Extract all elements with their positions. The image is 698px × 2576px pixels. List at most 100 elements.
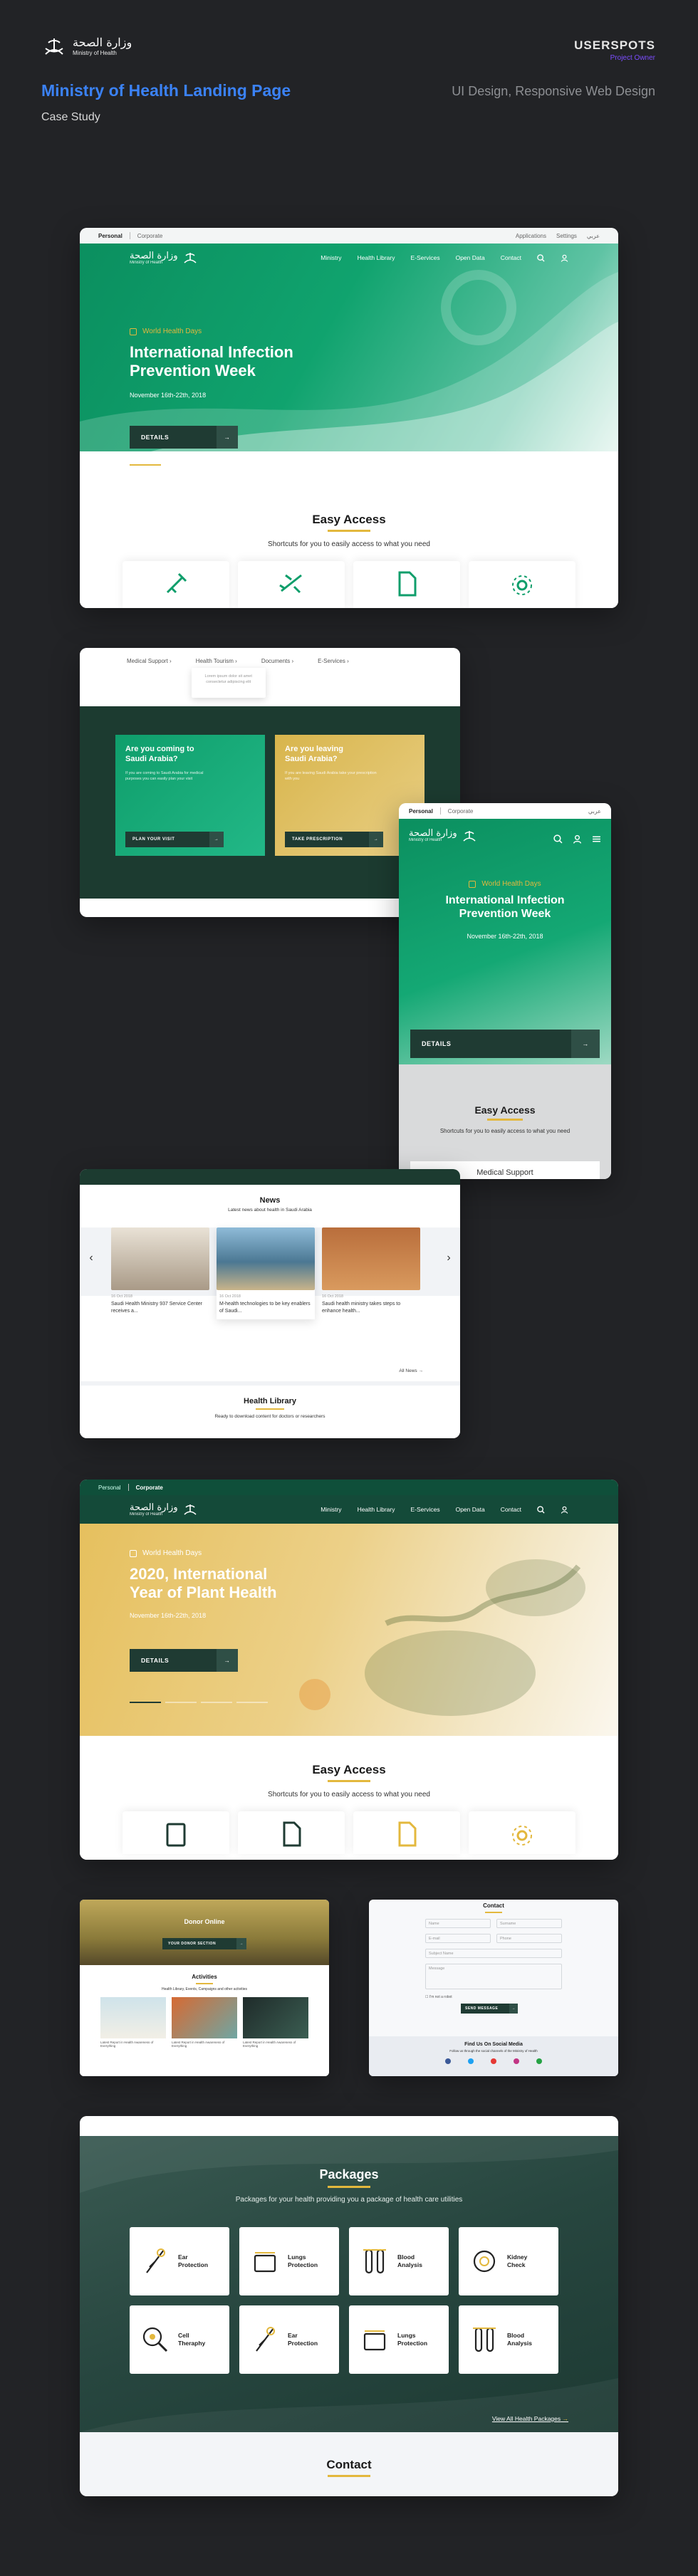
dropdown-line1: Lorem ipsum dolor sit amet <box>204 674 252 679</box>
slider-indicators[interactable] <box>130 1702 268 1703</box>
access-tile-health-tourism[interactable] <box>238 561 345 608</box>
nav-e-services[interactable]: E-Services <box>410 1506 439 1513</box>
hero-tag-text: World Health Days <box>142 328 202 335</box>
package-ear-protection[interactable]: Ear Protection <box>130 2227 229 2295</box>
facebook-icon[interactable] <box>445 2058 451 2064</box>
access-tile[interactable] <box>353 1811 460 1854</box>
take-prescription-button[interactable]: TAKE PRESCRIPTION → <box>285 832 383 847</box>
scroll-icon <box>166 1823 186 1847</box>
carousel-prev-icon[interactable]: ‹ <box>83 1247 100 1269</box>
twitter-icon[interactable] <box>468 2058 474 2064</box>
mobile-language[interactable]: عربي <box>588 808 601 815</box>
surname-field[interactable]: Surname <box>496 1919 562 1928</box>
lungs-icon <box>254 2252 276 2273</box>
package-blood-analysis[interactable]: Blood Analysis <box>459 2305 558 2374</box>
promo1-body: If you are coming to Saudi Arabia for me… <box>125 770 204 781</box>
activity-card[interactable]: Latest Report in Health Awareness of Eve… <box>172 1997 237 2048</box>
plan-visit-button[interactable]: PLAN YOUR VISIT → <box>125 832 224 847</box>
details-button[interactable]: DETAILS → <box>130 426 238 449</box>
promo-card-coming[interactable]: Are you coming to Saudi Arabia? If you ar… <box>115 735 265 856</box>
emblem-icon <box>463 830 476 842</box>
tab-corporate[interactable]: Corporate <box>136 1485 163 1491</box>
package-lungs-protection[interactable]: Lungs Protection <box>349 2305 449 2374</box>
tab-e-services[interactable]: E-Services › <box>318 658 349 706</box>
mobile-tab-personal[interactable]: Personal <box>409 808 433 815</box>
search-icon[interactable] <box>537 253 545 262</box>
settings-link[interactable]: Settings <box>556 233 577 239</box>
access-tile-documents[interactable] <box>353 561 460 608</box>
all-news-link[interactable]: All News → <box>399 1368 423 1373</box>
message-textarea[interactable]: Message <box>425 1964 562 1989</box>
desktop-green-mockup: Personal Corporate Applications Settings… <box>80 228 618 608</box>
access-tile[interactable] <box>123 1811 229 1854</box>
user-icon[interactable] <box>573 834 582 844</box>
access-tile[interactable] <box>469 1811 575 1854</box>
hero-banner-plant: World Health Days 2020, International Yea… <box>80 1524 618 1736</box>
access-tile-e-services[interactable] <box>469 561 575 608</box>
subject-select[interactable]: Subject Name <box>425 1949 562 1958</box>
phone-field[interactable]: Phone <box>496 1934 562 1943</box>
view-all-packages-link[interactable]: View All Health Packages → <box>492 2415 568 2422</box>
nav-e-services[interactable]: E-Services <box>410 254 439 261</box>
applications-link[interactable]: Applications <box>516 233 546 239</box>
access-tile[interactable] <box>238 1811 345 1854</box>
nav-ministry[interactable]: Ministry <box>321 254 341 261</box>
email-field[interactable]: E-mail <box>425 1934 491 1943</box>
tab-personal[interactable]: Personal <box>98 233 123 239</box>
document-icon <box>283 1821 301 1847</box>
captcha-checkbox[interactable]: ☐ I'm not a robot <box>425 1995 562 1999</box>
nav-contact[interactable]: Contact <box>501 254 521 261</box>
user-icon[interactable] <box>561 254 568 262</box>
activity-card[interactable]: Latest Report in Health Awareness of Eve… <box>243 1997 308 2048</box>
nav-contact[interactable]: Contact <box>501 1506 521 1513</box>
access-tile-medical-support[interactable] <box>123 561 229 608</box>
packages-grid: Ear Protection Lungs Protection Blood Analy… <box>130 2227 558 2374</box>
carousel-next-icon[interactable]: › <box>440 1247 457 1269</box>
tab-personal[interactable]: Personal <box>98 1485 121 1491</box>
youtube-icon[interactable] <box>491 2058 496 2064</box>
promo2-body: If you are leaving Saudi Arabia take you… <box>285 770 377 781</box>
mobile-logo[interactable]: وزارة الصحة Ministry of Health <box>409 829 477 842</box>
at-sign-icon <box>512 575 532 595</box>
news-card[interactable]: 16 Oct 2018 Saudi health ministry takes … <box>322 1227 420 1319</box>
desktop-yellow-mockup: Personal Corporate وزارة الصحة Ministry o… <box>80 1480 618 1860</box>
package-lungs-protection[interactable]: Lungs Protection <box>239 2227 339 2295</box>
news-card-highlighted[interactable]: 16 Oct 2018 M-health technologies to be … <box>217 1227 315 1319</box>
donor-button[interactable]: YOUR DONOR SECTION → <box>162 1938 246 1949</box>
news-image <box>111 1227 209 1290</box>
donor-title: Donor Online <box>184 1918 225 1925</box>
tourism-dropdown[interactable]: Lorem ipsum dolor sit amet consectetur a… <box>191 668 266 698</box>
user-icon[interactable] <box>561 1506 568 1514</box>
search-icon[interactable] <box>537 1505 545 1514</box>
tab-corporate[interactable]: Corporate <box>137 233 163 239</box>
tab-documents[interactable]: Documents › <box>261 658 293 706</box>
name-field[interactable]: Name <box>425 1919 491 1928</box>
package-cell-theraphy[interactable]: Cell Theraphy <box>130 2305 229 2374</box>
search-icon[interactable] <box>553 834 563 844</box>
tab-health-tourism[interactable]: Health Tourism › Lorem ipsum dolor sit a… <box>191 658 266 706</box>
package-kidney-check[interactable]: Kidney Check <box>459 2227 558 2295</box>
mobile-easy-access-title: Easy Access <box>474 1104 536 1116</box>
send-message-button[interactable]: SEND MESSAGE → <box>461 2004 518 2014</box>
nav-ministry[interactable]: Ministry <box>321 1506 341 1513</box>
details-button[interactable]: DETAILS → <box>130 1649 238 1672</box>
nav-logo[interactable]: وزارة الصحة Ministry of Health <box>130 251 198 265</box>
mobile-details-button[interactable]: DETAILS → <box>410 1030 600 1058</box>
tab-medical-support[interactable]: Medical Support › <box>127 658 172 706</box>
language-link[interactable]: عربي <box>587 233 600 239</box>
instagram-icon[interactable] <box>514 2058 519 2064</box>
mobile-tab-corporate[interactable]: Corporate <box>448 808 474 815</box>
nav-open-data[interactable]: Open Data <box>456 254 485 261</box>
slider-indicators[interactable] <box>130 464 268 466</box>
package-ear-protection[interactable]: Ear Protection <box>239 2305 339 2374</box>
nav-health-library[interactable]: Health Library <box>358 1506 395 1513</box>
package-blood-analysis[interactable]: Blood Analysis <box>349 2227 449 2295</box>
activity-card[interactable]: Latest Report in Health Awareness of Eve… <box>100 1997 166 2048</box>
nav-logo[interactable]: وزارة الصحة Ministry of Health <box>130 1503 198 1517</box>
hamburger-menu-icon[interactable] <box>592 834 601 844</box>
news-card[interactable]: 16 Oct 2018 Saudi Health Ministry 937 Se… <box>111 1227 209 1319</box>
nav-health-library[interactable]: Health Library <box>358 254 395 261</box>
cell-magnifier-icon <box>142 2327 168 2352</box>
nav-open-data[interactable]: Open Data <box>456 1506 485 1513</box>
whatsapp-icon[interactable] <box>536 2058 542 2064</box>
